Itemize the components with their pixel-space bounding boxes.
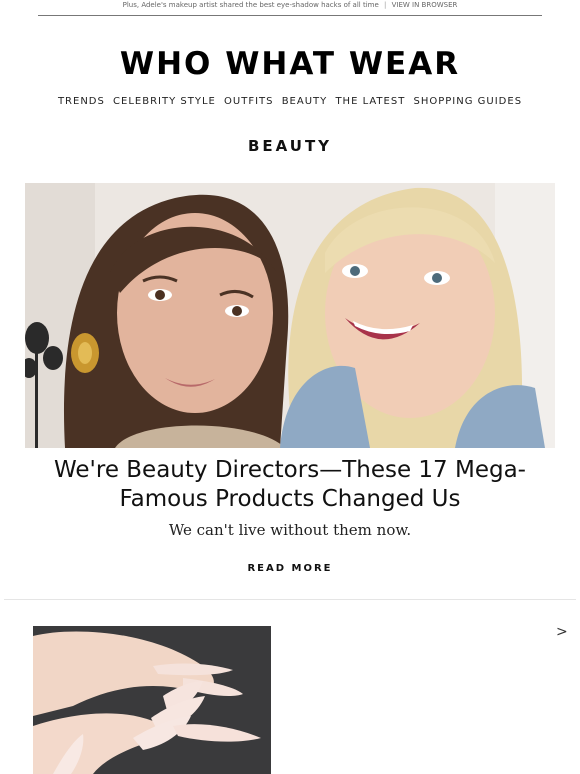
nav-item-celebrity-style[interactable]: CELEBRITY STYLE	[113, 96, 216, 107]
preheader-separator: |	[384, 1, 387, 9]
nav-item-beauty[interactable]: BEAUTY	[282, 96, 328, 107]
nav-item-trends[interactable]: TRENDS	[58, 96, 105, 107]
read-more-link[interactable]: READ MORE	[0, 562, 580, 576]
feature-image[interactable]	[25, 183, 555, 448]
carousel-next-button[interactable]: >	[556, 624, 568, 640]
section-divider	[4, 599, 576, 600]
section-title: BEAUTY	[247, 137, 333, 155]
photo-manicured-almond-nails-icon	[33, 626, 271, 774]
feature-dek: We can't live without them now.	[168, 521, 412, 539]
preheader: Plus, Adele's makeup artist shared the b…	[0, 0, 580, 13]
site-logo[interactable]: WHO WHAT WEAR	[0, 44, 580, 84]
nav-item-shopping-guides[interactable]: SHOPPING GUIDES	[414, 96, 523, 107]
top-rule	[38, 15, 542, 16]
preheader-text: Plus, Adele's makeup artist shared the b…	[122, 1, 379, 9]
feature-headline[interactable]: We're Beauty Directors—These 17 Mega-Fam…	[40, 456, 540, 514]
main-nav: TRENDS CELEBRITY STYLE OUTFITS BEAUTY TH…	[0, 95, 580, 109]
nav-item-outfits[interactable]: OUTFITS	[224, 96, 273, 107]
view-in-browser-link[interactable]: VIEW IN BROWSER	[392, 1, 458, 9]
photo-two-women-selfie-icon	[25, 183, 555, 448]
nav-item-the-latest[interactable]: THE LATEST	[335, 96, 405, 107]
carousel-image[interactable]	[33, 626, 271, 774]
